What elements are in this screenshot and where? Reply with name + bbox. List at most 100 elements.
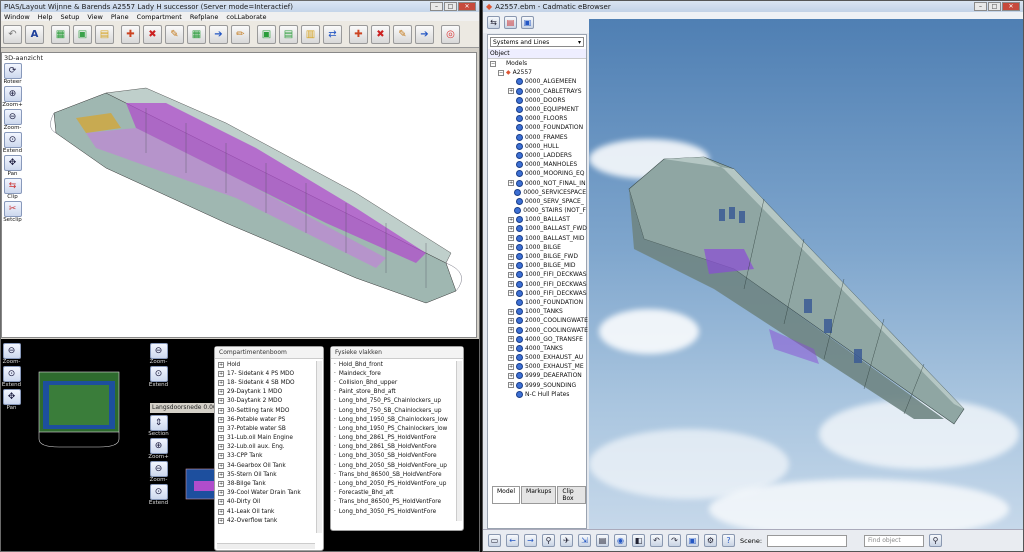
tab-markups[interactable]: Markups [521, 486, 557, 504]
tool-extend[interactable]: ⊙ Extend [148, 366, 169, 388]
minimize-button[interactable]: – [430, 2, 443, 11]
move-right-icon[interactable]: ➔ [209, 24, 228, 44]
swap-icon[interactable]: ⇄ [323, 24, 342, 44]
camera-icon[interactable]: ◧ [632, 534, 645, 547]
expand-icon[interactable]: + [218, 471, 224, 478]
lifebuoy-icon[interactable]: ◎ [441, 24, 460, 44]
expand-icon[interactable]: + [508, 336, 514, 343]
expand-icon[interactable]: + [508, 180, 514, 187]
expand-icon[interactable]: + [508, 281, 514, 288]
measure-icon[interactable]: ⇲ [578, 534, 591, 547]
scene-select[interactable] [767, 534, 848, 547]
list-item[interactable]: +33-CPP Tank [218, 452, 320, 461]
undo-icon[interactable]: ↶ [650, 534, 663, 547]
expand-icon[interactable]: + [508, 317, 514, 324]
expand-icon[interactable]: + [508, 308, 514, 315]
tree-item[interactable]: +5000_EXHAUST_ME [488, 362, 586, 371]
tree-item[interactable]: +1000_BALLAST [488, 215, 586, 224]
expand-icon[interactable]: + [508, 253, 514, 260]
expand-icon[interactable]: + [508, 382, 514, 389]
tree-item[interactable]: 0000_SERV_SPACE_ [488, 197, 586, 206]
menu-refplane[interactable]: Refplane [190, 13, 219, 21]
tool-extend[interactable]: ⊙ Extend [1, 366, 22, 388]
list-item[interactable]: +36-Potable water PS [218, 415, 320, 424]
fly-icon[interactable]: ✈ [560, 534, 573, 547]
tree-item[interactable]: +2000_COOLINGWATE [488, 325, 588, 334]
list-item[interactable]: +37-Potable water SB [218, 424, 320, 433]
expand-icon[interactable]: + [508, 262, 514, 269]
tab-model[interactable]: Model [492, 486, 521, 504]
expand-icon[interactable]: + [218, 481, 224, 488]
tree-item[interactable]: 0000_FOUNDATION [488, 123, 586, 132]
list-item[interactable]: · Long_bhd_1950_SB_Chainlockers_low [334, 415, 460, 424]
layer-icon[interactable]: ▦ [51, 24, 70, 44]
list-item[interactable]: +34-Gearbox Oil Tank [218, 461, 320, 470]
delete2-icon[interactable]: ✖ [371, 24, 390, 44]
tree-item[interactable]: 0000_EQUIPMENT [488, 105, 586, 114]
tree-item[interactable]: 1000_FOUNDATION [488, 298, 586, 307]
expand-icon[interactable]: + [508, 88, 514, 95]
menu-view[interactable]: View [87, 13, 102, 21]
expand-icon[interactable]: + [218, 425, 224, 432]
tree-item[interactable]: +1000_FIFI_DECKWAS [488, 270, 587, 279]
list-item[interactable]: +40-Dirty Oil [218, 498, 320, 507]
tool-rotate[interactable]: ⟳ Roteer [2, 63, 23, 85]
expand-icon[interactable]: + [508, 244, 514, 251]
tree-item[interactable]: +1000_BALLAST_FWD [488, 224, 587, 233]
tool-extend[interactable]: ⊙ Extend [2, 132, 23, 154]
tree-item[interactable]: +1000_FIFI_DECKWAS [488, 289, 587, 298]
tree-item[interactable]: 0000_FRAMES [488, 133, 586, 142]
tool-setclip[interactable]: ✂ Setclip [2, 201, 23, 223]
expand-icon[interactable]: + [508, 271, 514, 278]
systems-dropdown[interactable]: Systems and Lines ▾ [490, 37, 584, 47]
list-item[interactable]: +32-Lub.oil aux. Eng. [218, 443, 320, 452]
tree-item[interactable]: +0000_NOT_FINAL_IN [488, 178, 586, 187]
list-item[interactable]: · Long_bhd_1950_PS_Chainlockers_low [334, 424, 460, 433]
list-item[interactable]: · Collision_Bhd_upper [334, 378, 460, 387]
pencil-icon[interactable]: ✏ [231, 24, 250, 44]
tree-item[interactable]: 0000_ALGEMEEN [488, 77, 586, 86]
tree-item[interactable]: +1000_TANKS [488, 307, 586, 316]
expand-icon[interactable]: + [218, 379, 224, 386]
add-icon[interactable]: ✚ [121, 24, 140, 44]
collapse-icon[interactable]: − [498, 69, 504, 76]
walk-icon[interactable]: ⚲ [542, 534, 555, 547]
list-item[interactable]: · Long_bhd_2050_SB_HoldVentFore_up [334, 461, 460, 470]
expand-icon[interactable]: + [508, 290, 514, 297]
tree-item[interactable]: +1000_FIFI_DECKWAS [488, 280, 587, 289]
expand-icon[interactable]: + [218, 407, 224, 414]
cube-icon[interactable]: ▣ [686, 534, 699, 547]
collapse-icon[interactable]: − [490, 60, 496, 67]
list-item[interactable]: +41-Leak Oil tank [218, 507, 320, 516]
list-item[interactable]: +31-Lub.oil Main Engine [218, 434, 320, 443]
tree-model[interactable]: − ◆ A2557 [488, 68, 586, 77]
tree-item[interactable]: +4000_GO_TRANSFE [488, 335, 586, 344]
tree-item[interactable]: +9999_DEAERATION [488, 371, 586, 380]
select-icon[interactable]: ▭ [488, 534, 501, 547]
help-icon[interactable]: ? [722, 534, 735, 547]
tool-zoom-out[interactable]: ⊖ Zoom- [1, 343, 22, 365]
tree-item[interactable]: +1000_BALLAST_MID [488, 234, 586, 243]
tab-clip-box[interactable]: Clip Box [557, 486, 586, 504]
save-icon[interactable]: ▣ [521, 16, 534, 29]
list-item[interactable]: · Long_bhd_750_SB_Chainlockers_up [334, 406, 460, 415]
list-item[interactable]: + Hold [218, 360, 320, 369]
menu-help[interactable]: Help [38, 13, 53, 21]
close-button[interactable]: ✕ [458, 2, 476, 11]
menu-setup[interactable]: Setup [60, 13, 79, 21]
tree-item[interactable]: 0000_SERVICESPACE [488, 188, 586, 197]
tree-item[interactable]: 0000_MOORING_EQ [488, 169, 586, 178]
section-view-left[interactable]: ⊖ Zoom- ⊙ Extend ✥ Pan [1, 339, 143, 551]
navigate-icon[interactable]: ⇆ [487, 16, 500, 29]
forward-arrow-icon[interactable]: → [524, 534, 537, 547]
tree-item[interactable]: +0000_CABLETRAYS [488, 87, 586, 96]
list-item[interactable]: +18- Sidetank 4 SB MDO [218, 378, 320, 387]
list-item[interactable]: +29-Daytank 1 MDO [218, 388, 320, 397]
expand-icon[interactable]: + [508, 354, 514, 361]
expand-icon[interactable]: + [218, 435, 224, 442]
list-item[interactable]: · Long_bhd_2050_PS_HoldVentFore_up [334, 479, 460, 488]
expand-icon[interactable]: + [218, 398, 224, 405]
list-item[interactable]: +42-Overflow tank [218, 516, 320, 525]
vertical-scrollbar[interactable] [316, 361, 322, 533]
list-item[interactable]: · Maindeck_fore [334, 369, 460, 378]
